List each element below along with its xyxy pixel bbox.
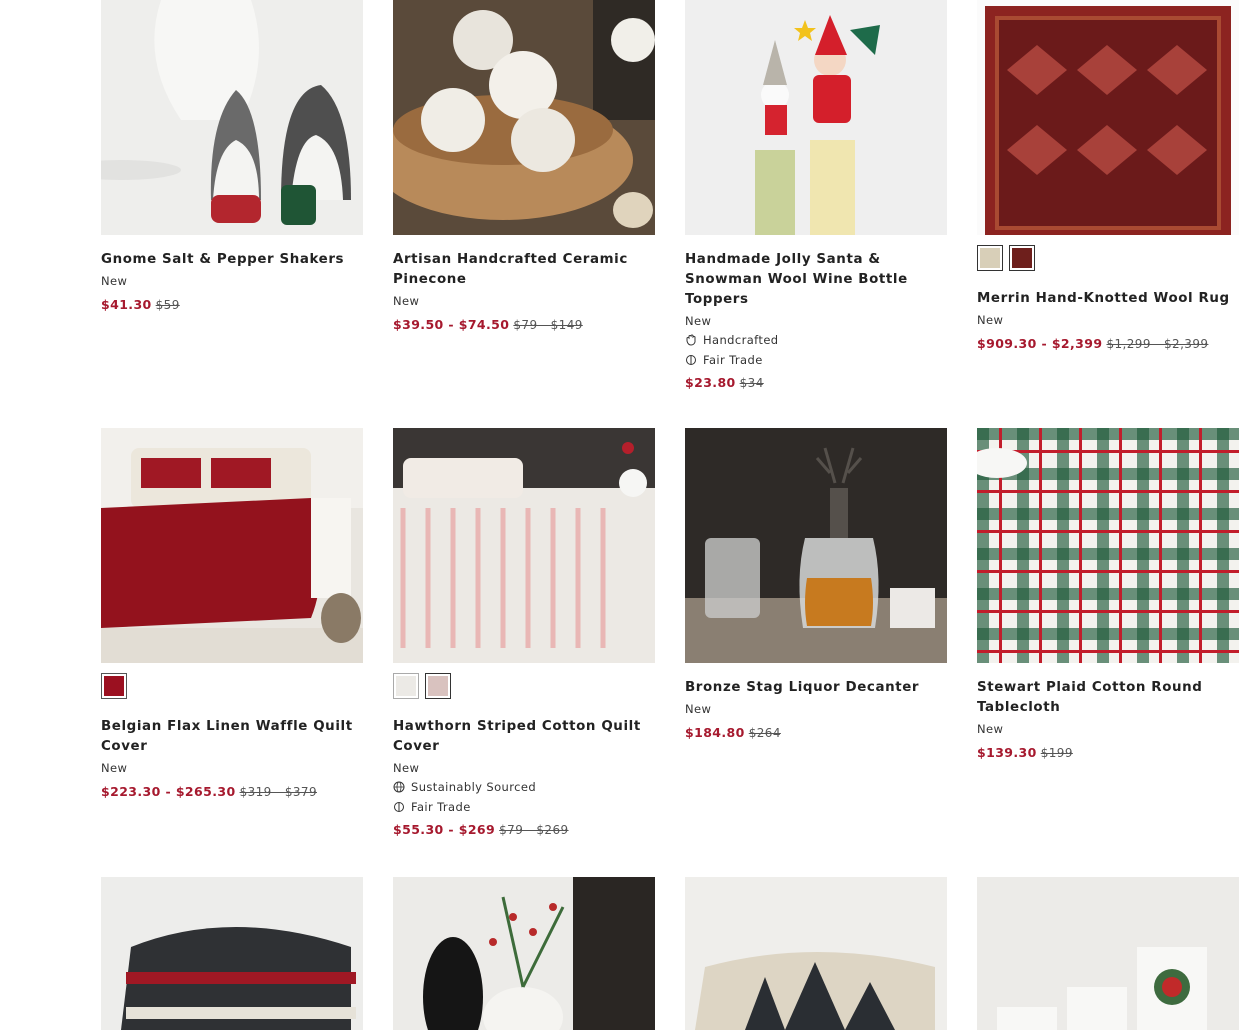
pinecone-image — [393, 0, 655, 235]
sale-price: $23.80 — [685, 375, 736, 390]
product-title[interactable]: Belgian Flax Linen Waffle Quilt Cover — [101, 717, 363, 757]
product-title[interactable]: Artisan Handcrafted Ceramic Pinecone — [393, 250, 655, 290]
striped-quilt-image — [393, 428, 655, 663]
swatch-white[interactable] — [393, 673, 419, 699]
original-price: $79 - $149 — [513, 318, 583, 332]
product-image[interactable] — [101, 0, 363, 235]
swatch-red[interactable] — [101, 673, 127, 699]
product-image[interactable] — [393, 428, 655, 663]
product-card[interactable]: Gnome Salt & Pepper Shakers New $41.30 $5… — [101, 0, 363, 314]
fair-trade-attribute: Fair Trade — [685, 350, 947, 370]
product-title[interactable]: Hawthorn Striped Cotton Quilt Cover — [393, 717, 655, 757]
swatch-light[interactable] — [977, 245, 1003, 271]
sale-price: $55.30 - $269 — [393, 822, 496, 837]
product-card[interactable]: Bronze Stag Liquor Decanter New $184.80 $… — [685, 428, 947, 742]
new-badge: New — [685, 702, 712, 716]
tree-pillow-image — [685, 877, 947, 1030]
price: $184.80 $264 — [685, 724, 947, 742]
new-badge: New — [393, 294, 420, 308]
new-badge: New — [977, 313, 1004, 327]
original-price: $1,299 - $2,399 — [1106, 337, 1209, 351]
color-swatches — [977, 245, 1239, 271]
sale-price: $223.30 - $265.30 — [101, 784, 236, 799]
product-image[interactable] — [977, 428, 1239, 663]
new-badge: New — [685, 314, 712, 328]
attribute-label: Sustainably Sourced — [411, 780, 537, 794]
original-price: $319 - $379 — [239, 785, 317, 799]
price: $55.30 - $269 $79 - $269 — [393, 821, 655, 839]
holiday-mugs-image — [977, 877, 1239, 1030]
product-title[interactable]: Gnome Salt & Pepper Shakers — [101, 250, 363, 270]
swatch-pink[interactable] — [425, 673, 451, 699]
product-image[interactable] — [101, 428, 363, 663]
product-title[interactable]: Merrin Hand-Knotted Wool Rug — [977, 289, 1239, 309]
globe-icon — [393, 781, 405, 793]
attribute-label: Fair Trade — [703, 353, 763, 367]
new-badge: New — [101, 761, 128, 775]
sale-price: $41.30 — [101, 297, 152, 312]
product-image[interactable] — [977, 877, 1239, 1030]
hand-icon — [686, 334, 696, 346]
attribute-label: Handcrafted — [703, 333, 779, 347]
price: $41.30 $59 — [101, 296, 363, 314]
product-image[interactable] — [393, 0, 655, 235]
new-badge: New — [101, 274, 128, 288]
price: $39.50 - $74.50 $79 - $149 — [393, 316, 655, 334]
original-price: $34 — [739, 376, 764, 390]
product-image[interactable] — [101, 877, 363, 1030]
berry-vase-image — [393, 877, 655, 1030]
product-card[interactable] — [393, 877, 655, 1030]
original-price: $264 — [748, 726, 781, 740]
handcrafted-attribute: Handcrafted — [685, 330, 947, 350]
product-title[interactable]: Handmade Jolly Santa & Snowman Wool Wine… — [685, 250, 947, 310]
sale-price: $184.80 — [685, 725, 745, 740]
sale-price: $139.30 — [977, 745, 1037, 760]
price: $23.80 $34 — [685, 374, 947, 392]
product-card[interactable]: Stewart Plaid Cotton Round Tablecloth Ne… — [977, 428, 1239, 762]
price: $223.30 - $265.30 $319 - $379 — [101, 783, 363, 801]
gnome-shakers-image — [101, 0, 363, 235]
product-card[interactable]: Hawthorn Striped Cotton Quilt Cover New … — [393, 428, 655, 839]
product-card[interactable] — [977, 877, 1239, 1030]
new-badge: New — [393, 761, 420, 775]
sustainably-sourced-attribute: Sustainably Sourced — [393, 777, 655, 797]
fair-trade-attribute: Fair Trade — [393, 797, 655, 817]
product-card[interactable]: Handmade Jolly Santa & Snowman Wool Wine… — [685, 0, 947, 392]
product-card[interactable]: Belgian Flax Linen Waffle Quilt Cover Ne… — [101, 428, 363, 801]
sale-price: $39.50 - $74.50 — [393, 317, 510, 332]
original-price: $79 - $269 — [499, 823, 569, 837]
product-image[interactable] — [977, 0, 1239, 235]
fair-trade-icon — [394, 802, 404, 812]
color-swatches — [393, 673, 655, 699]
product-card[interactable] — [101, 877, 363, 1030]
fair-isle-pillow-image — [101, 877, 363, 1030]
original-price: $59 — [155, 298, 180, 312]
product-image[interactable] — [685, 428, 947, 663]
original-price: $199 — [1040, 746, 1073, 760]
waffle-quilt-image — [101, 428, 363, 663]
price: $909.30 - $2,399 $1,299 - $2,399 — [977, 335, 1239, 353]
plaid-tablecloth-image — [977, 428, 1239, 663]
product-title[interactable]: Bronze Stag Liquor Decanter — [685, 678, 947, 698]
color-swatches — [101, 673, 363, 699]
new-badge: New — [977, 722, 1004, 736]
santa-snowman-image — [685, 0, 947, 235]
product-card[interactable]: Artisan Handcrafted Ceramic Pinecone New… — [393, 0, 655, 334]
attribute-label: Fair Trade — [411, 800, 471, 814]
product-card[interactable]: Merrin Hand-Knotted Wool Rug New $909.30… — [977, 0, 1239, 353]
price: $139.30 $199 — [977, 744, 1239, 762]
product-title[interactable]: Stewart Plaid Cotton Round Tablecloth — [977, 678, 1239, 718]
product-image[interactable] — [393, 877, 655, 1030]
product-card[interactable] — [685, 877, 947, 1030]
stag-decanter-image — [685, 428, 947, 663]
product-image[interactable] — [685, 0, 947, 235]
rug-image — [977, 0, 1239, 235]
product-image[interactable] — [685, 877, 947, 1030]
swatch-dark[interactable] — [1009, 245, 1035, 271]
sale-price: $909.30 - $2,399 — [977, 336, 1103, 351]
fair-trade-icon — [686, 355, 696, 365]
